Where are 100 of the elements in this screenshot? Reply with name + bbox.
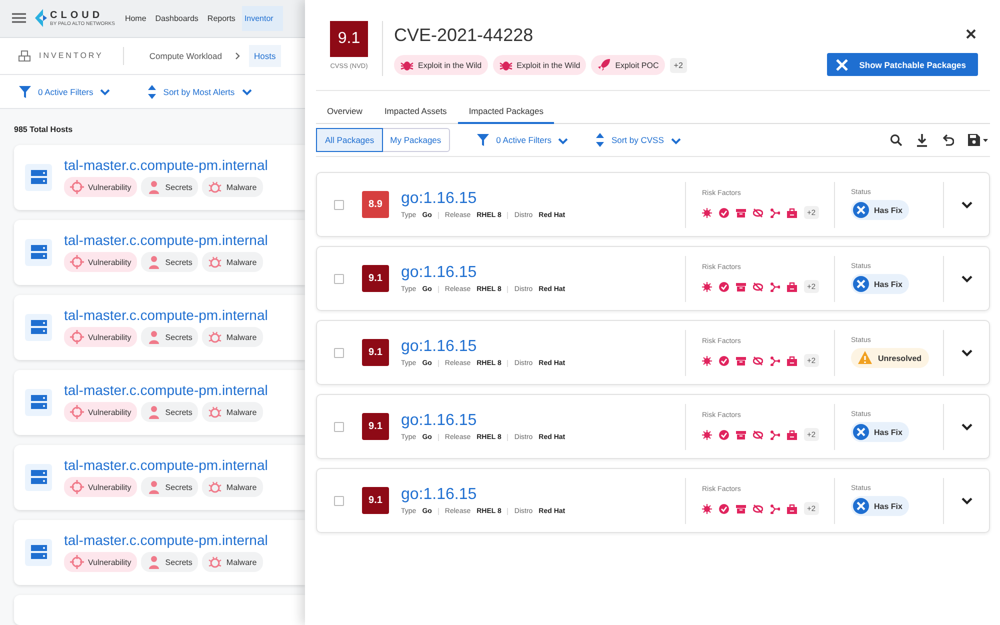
more-count[interactable]: +2 [670, 58, 687, 72]
host-card[interactable]: tal-master.c.compute-pm.internal Vulnerability Secrets Malware [14, 520, 305, 585]
tab[interactable]: Impacted Packages [458, 102, 554, 124]
host-card[interactable]: tal-master.c.compute-pm.internal Vulnerability Secrets Malware [14, 444, 305, 510]
crosshair-icon [70, 330, 84, 344]
close-button[interactable] [964, 27, 978, 41]
segment-button[interactable]: My Packages [382, 129, 450, 151]
package-name[interactable]: go:1.16.15 [401, 264, 685, 282]
server-icon [25, 314, 52, 341]
nav-item[interactable]: Dashboards [153, 6, 200, 31]
filter-dropdown[interactable]: 0 Active Filters [476, 133, 570, 147]
nav-item[interactable]: Inventor [242, 6, 284, 31]
host-name[interactable]: tal-master.c.compute-pm.internal [64, 532, 268, 548]
checkbox[interactable] [334, 422, 344, 432]
breadcrumb-item[interactable]: Hosts [249, 44, 281, 67]
tab[interactable]: Impacted Assets [373, 102, 458, 123]
figure-icon [147, 555, 162, 570]
host-name[interactable]: tal-master.c.compute-pm.internal [64, 457, 268, 474]
host-name[interactable]: tal-master.c.compute-pm.internal [64, 307, 268, 324]
toolbox-icon [787, 208, 797, 218]
show-patchable-button[interactable]: Show Patchable Packages [827, 53, 978, 76]
search-icon [890, 134, 902, 146]
sort-dropdown[interactable]: Sort by Most Alerts [147, 84, 253, 100]
exploit-tag: Exploit POC [591, 55, 665, 75]
alert-tag: Vulnerability [64, 252, 138, 272]
bug-icon [208, 180, 222, 194]
package-name[interactable]: go:1.16.15 [401, 412, 685, 430]
status-badge: Has Fix [851, 200, 910, 220]
host-name[interactable]: tal-master.c.compute-pm.internal [64, 232, 268, 248]
server-icon [25, 538, 52, 566]
bug-icon [208, 555, 222, 570]
host-card[interactable]: tal-master.c.compute-pm.internal Vulnerability Secrets Malware [14, 370, 305, 435]
exploit-tag: Exploit in the Wild [492, 55, 586, 75]
close-icon [966, 29, 976, 39]
archive-icon [736, 208, 746, 218]
virus-icon [702, 208, 712, 218]
crosshair-icon [70, 180, 84, 194]
nav-item[interactable]: Home [122, 6, 148, 31]
alert-tag: Vulnerability [64, 402, 138, 422]
caret-icon [99, 87, 112, 96]
server-icon [25, 164, 52, 191]
menu-icon [12, 13, 26, 24]
tab[interactable]: Overview [316, 102, 374, 123]
figure-icon [147, 480, 162, 494]
chevron-down-icon [960, 348, 972, 356]
bug-icon [208, 480, 222, 494]
segment-button[interactable]: All Packages [316, 128, 384, 152]
breadcrumb-item[interactable]: Compute Workload [144, 44, 227, 67]
package-name[interactable]: go:1.16.15 [401, 190, 685, 208]
alert-tag: Secrets [141, 177, 198, 198]
chevron-down-icon [960, 422, 972, 430]
checkbox[interactable] [334, 496, 344, 506]
alert-tag: Malware [202, 177, 263, 198]
alert-tag: Secrets [141, 477, 198, 498]
package-name[interactable]: go:1.16.15 [401, 338, 685, 356]
toolbox-icon [787, 504, 797, 514]
crosshair-icon [70, 255, 84, 270]
status-badge: Has Fix [851, 422, 910, 442]
check-circle-icon [719, 282, 729, 292]
host-card[interactable]: tal-master.c.compute-pm.internal Vulnerability Secrets Malware [14, 294, 305, 360]
sort-dropdown[interactable]: Sort by CVSS [595, 132, 682, 148]
figure-icon [147, 405, 162, 420]
check-circle-icon [719, 356, 729, 366]
figure-icon [147, 255, 162, 270]
eye-slash-icon [753, 208, 763, 218]
caret-icon [557, 136, 570, 144]
checkbox[interactable] [334, 348, 344, 358]
nav-item[interactable]: Reports [205, 6, 238, 31]
score-badge: 8.9 [362, 191, 389, 218]
crosshair-icon [70, 555, 84, 570]
branch-icon [770, 208, 780, 218]
rocket-icon [597, 58, 612, 72]
server-icon [25, 238, 52, 266]
figure-icon [147, 180, 162, 194]
alert-tag: Vulnerability [64, 552, 138, 572]
host-card[interactable]: tal-master.c.compute-pm.internal Vulnerability Secrets Malware [14, 220, 305, 285]
alert-tag: Secrets [141, 402, 198, 422]
filter-icon [18, 84, 32, 99]
checkbox[interactable] [334, 200, 344, 210]
archive-icon [736, 356, 746, 366]
host-name[interactable]: tal-master.c.compute-pm.internal [64, 382, 268, 398]
alert-tag: Vulnerability [64, 477, 138, 498]
sort-icon [595, 132, 606, 148]
status-badge: Has Fix [851, 274, 910, 294]
inventory-icon [18, 50, 31, 62]
filter-icon [476, 133, 490, 147]
alert-tag: Malware [202, 327, 263, 348]
host-card[interactable]: tal-master.c.compute-pm.internal Vulnerability Secrets Malware [14, 144, 305, 210]
virus-icon [702, 356, 712, 366]
eye-slash-icon [753, 282, 763, 292]
exploit-tag: Exploit in the Wild [394, 55, 488, 75]
archive-icon [736, 282, 746, 292]
filter-dropdown[interactable]: 0 Active Filters [18, 84, 112, 99]
warning-icon [857, 350, 873, 366]
alert-tag: Malware [202, 402, 263, 422]
crosshair-icon [70, 480, 84, 494]
checkbox[interactable] [334, 274, 344, 284]
host-name[interactable]: tal-master.c.compute-pm.internal [64, 157, 268, 174]
package-name[interactable]: go:1.16.15 [401, 486, 685, 504]
server-icon [25, 388, 52, 416]
